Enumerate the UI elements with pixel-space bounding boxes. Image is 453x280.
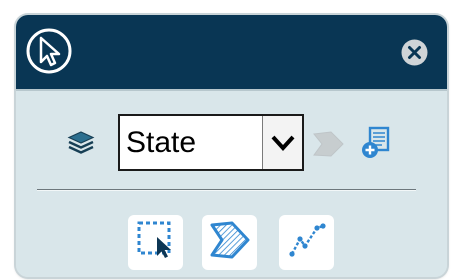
selection-tool-panel: State (16, 15, 447, 277)
layers-icon (67, 129, 95, 157)
polyline-select-icon (287, 220, 327, 265)
polygon-select-tool[interactable] (202, 215, 257, 270)
polygon-select-icon (208, 220, 252, 265)
cursor-arrow-icon (25, 27, 73, 75)
add-layer-icon[interactable] (360, 126, 392, 160)
chevron-down-icon[interactable] (262, 116, 302, 169)
divider (37, 189, 416, 191)
polygon-select-icon (311, 130, 347, 158)
polyline-select-tool[interactable] (279, 215, 334, 270)
close-icon[interactable] (400, 38, 429, 67)
panel-header (16, 15, 447, 89)
panel-body: State (16, 89, 447, 277)
rectangle-select-tool[interactable] (128, 215, 183, 270)
layer-select-value: State (126, 125, 197, 159)
rectangle-select-icon (136, 220, 176, 265)
layer-select[interactable]: State (118, 114, 304, 171)
